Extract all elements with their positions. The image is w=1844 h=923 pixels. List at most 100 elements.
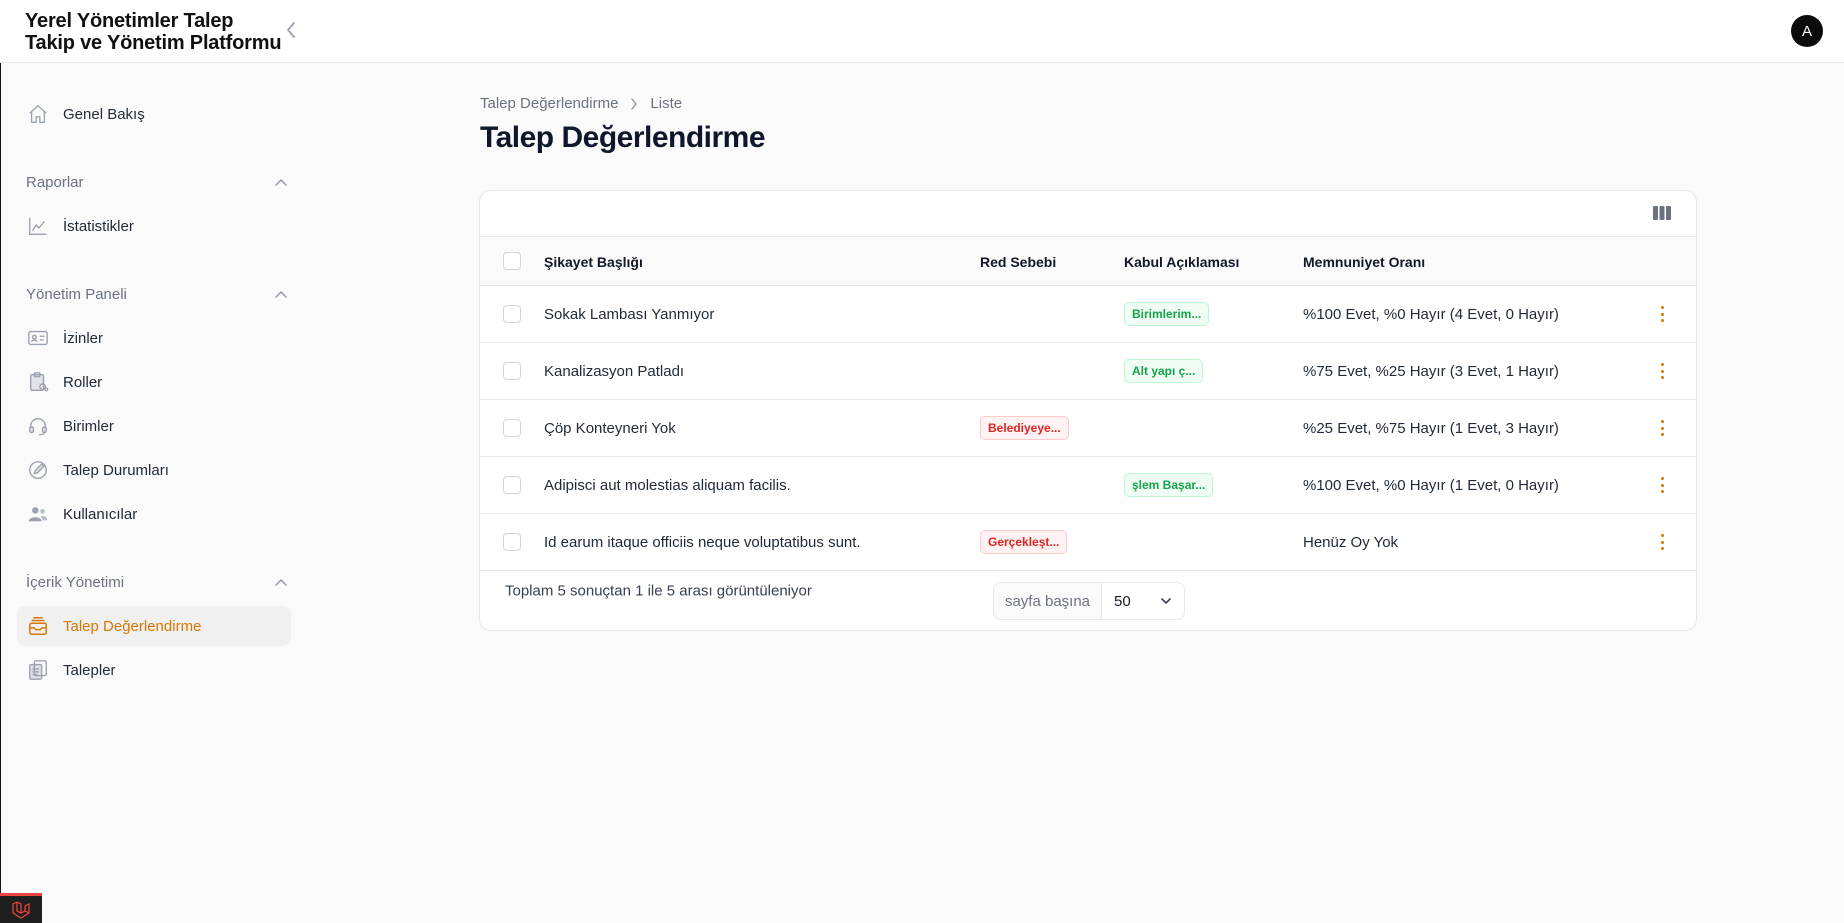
table-row[interactable]: Adipisci aut molestias aliquam facilis. …	[480, 457, 1696, 514]
group-icerik-yonetimi[interactable]: İçerik Yönetimi	[26, 570, 288, 594]
table-row[interactable]: Çöp Konteyneri Yok Belediyeye... %25 Eve…	[480, 400, 1696, 457]
sidebar-item-birimler[interactable]: Birimler	[17, 406, 291, 446]
cell-red: Gerçekleşt...	[980, 514, 1068, 570]
top-bar: Yerel Yönetimler Talep Takip ve Yönetim …	[0, 0, 1844, 63]
user-avatar[interactable]: A	[1791, 15, 1823, 47]
kabul-badge: Birimlerim...	[1124, 302, 1210, 326]
sidebar-item-genel-bakis[interactable]: Genel Bakış	[17, 94, 291, 134]
per-page-value: 50	[1114, 592, 1131, 610]
row-checkbox[interactable]	[503, 305, 521, 323]
chart-line-icon	[27, 215, 49, 237]
group-label: Raporlar	[26, 173, 84, 191]
breadcrumb-parent[interactable]: Talep Değerlendirme	[480, 95, 618, 112]
table-row[interactable]: Sokak Lambası Yanmıyor Birimlerim... %10…	[480, 286, 1696, 343]
table-row[interactable]: Kanalizasyon Patladı Alt yapı ç... %75 E…	[480, 343, 1696, 400]
sidebar-item-kullanicilar[interactable]: Kullanıcılar	[17, 494, 291, 534]
sidebar-item-talep-durumlari[interactable]: Talep Durumları	[17, 450, 291, 490]
per-page-control: sayfa başına 50	[993, 582, 1185, 620]
sidebar-item-label: Genel Bakış	[63, 105, 145, 123]
sidebar-item-label: Kullanıcılar	[63, 505, 138, 523]
column-header-memnuniyet[interactable]: Memnuniyet Oranı	[1303, 237, 1425, 286]
sidebar-item-talepler[interactable]: Talepler	[17, 650, 291, 690]
sidebar-item-istatistikler[interactable]: İstatistikler	[17, 206, 291, 246]
select-all-checkbox[interactable]	[503, 252, 521, 270]
row-checkbox[interactable]	[503, 533, 521, 551]
laravel-debug-badge[interactable]	[0, 893, 42, 923]
per-page-select[interactable]: 50	[1102, 583, 1184, 619]
cell-red: Belediyeye...	[980, 400, 1069, 456]
chevron-up-icon	[275, 578, 287, 586]
sidebar-item-label: Roller	[63, 373, 103, 391]
column-toggle-button[interactable]	[1652, 204, 1672, 222]
sidebar-item-label: Birimler	[63, 417, 114, 435]
collapse-sidebar-button[interactable]	[281, 18, 301, 42]
table-header: Şikayet Başlığı Red Sebebi Kabul Açıklam…	[480, 237, 1696, 286]
sidebar-item-label: İstatistikler	[63, 217, 134, 235]
sidebar-item-label: Talepler	[63, 661, 116, 679]
cell-memnuniyet: %100 Evet, %0 Hayır (1 Evet, 0 Hayır)	[1303, 476, 1559, 494]
group-raporlar[interactable]: Raporlar	[26, 170, 288, 194]
column-header-kabul[interactable]: Kabul Açıklaması	[1124, 237, 1239, 286]
row-actions-button[interactable]	[1654, 532, 1670, 552]
cell-memnuniyet: %100 Evet, %0 Hayır (4 Evet, 0 Hayır)	[1303, 305, 1559, 323]
kabul-badge: şlem Başar...	[1124, 473, 1214, 497]
breadcrumb-current[interactable]: Liste	[650, 95, 682, 112]
cell-memnuniyet: Henüz Oy Yok	[1303, 533, 1399, 551]
clipboard-link-icon	[27, 371, 49, 393]
cell-kabul: şlem Başar...	[1124, 457, 1214, 513]
row-checkbox[interactable]	[503, 476, 521, 494]
row-actions-button[interactable]	[1654, 475, 1670, 495]
sidebar-item-label: Talep Durumları	[63, 461, 169, 479]
column-header-sikayet[interactable]: Şikayet Başlığı	[544, 237, 643, 286]
sidebar: Genel Bakış Raporlar İstatistikler Yönet…	[0, 63, 300, 923]
cell-memnuniyet: %25 Evet, %75 Hayır (1 Evet, 3 Hayır)	[1303, 419, 1559, 437]
sidebar-item-izinler[interactable]: İzinler	[17, 318, 291, 358]
row-checkbox[interactable]	[503, 362, 521, 380]
app-title-line-1: Yerel Yönetimler Talep	[25, 10, 234, 32]
document-duplicate-icon	[27, 659, 49, 681]
row-actions-button[interactable]	[1654, 418, 1670, 438]
group-label: Yönetim Paneli	[26, 285, 127, 303]
table-row[interactable]: Id earum itaque officiis neque voluptati…	[480, 514, 1696, 571]
headset-icon	[27, 415, 49, 437]
app-title[interactable]: Yerel Yönetimler Talep Takip ve Yönetim …	[25, 10, 282, 54]
cell-memnuniyet: %75 Evet, %25 Hayır (3 Evet, 1 Hayır)	[1303, 362, 1559, 380]
cell-title: Kanalizasyon Patladı	[544, 362, 685, 380]
cell-title: Çöp Konteyneri Yok	[544, 419, 676, 437]
pagination-info: Toplam 5 sonuçtan 1 ile 5 arası görüntül…	[505, 582, 812, 600]
red-badge: Gerçekleşt...	[980, 530, 1068, 554]
app-title-line-2: Takip ve Yönetim Platformu	[25, 32, 282, 54]
breadcrumb: Talep Değerlendirme Liste	[480, 95, 682, 112]
cell-title: Id earum itaque officiis neque voluptati…	[544, 533, 861, 551]
column-header-red-sebebi[interactable]: Red Sebebi	[980, 237, 1056, 286]
row-actions-button[interactable]	[1654, 304, 1670, 324]
chevron-up-icon	[275, 178, 287, 186]
group-yonetim-paneli[interactable]: Yönetim Paneli	[26, 282, 288, 306]
chevron-down-icon	[1161, 598, 1171, 605]
table-toolbar	[480, 191, 1696, 237]
group-label: İçerik Yönetimi	[26, 573, 125, 591]
row-actions-button[interactable]	[1654, 361, 1670, 381]
cell-title: Sokak Lambası Yanmıyor	[544, 305, 715, 323]
laravel-logo-icon	[12, 900, 30, 919]
home-icon	[27, 103, 49, 125]
per-page-label: sayfa başına	[994, 583, 1102, 619]
view-columns-icon	[1653, 206, 1671, 220]
chevron-left-icon	[287, 22, 295, 38]
pencil-circle-icon	[27, 459, 49, 481]
cell-kabul: Alt yapı ç...	[1124, 343, 1204, 399]
kabul-badge: Alt yapı ç...	[1124, 359, 1204, 383]
users-icon	[27, 503, 49, 525]
table-card: Şikayet Başlığı Red Sebebi Kabul Açıklam…	[479, 190, 1697, 631]
sidebar-item-label: Talep Değerlendirme	[63, 617, 202, 635]
cell-title: Adipisci aut molestias aliquam facilis.	[544, 476, 791, 494]
chevron-right-icon	[630, 97, 638, 110]
sidebar-item-talep-degerlendirme[interactable]: Talep Değerlendirme	[17, 606, 291, 646]
sidebar-item-roller[interactable]: Roller	[17, 362, 291, 402]
red-badge: Belediyeye...	[980, 416, 1069, 440]
inbox-stack-icon	[27, 615, 49, 637]
page-title: Talep Değerlendirme	[480, 121, 766, 154]
cell-kabul: Birimlerim...	[1124, 286, 1210, 342]
sidebar-item-label: İzinler	[63, 329, 104, 347]
row-checkbox[interactable]	[503, 419, 521, 437]
